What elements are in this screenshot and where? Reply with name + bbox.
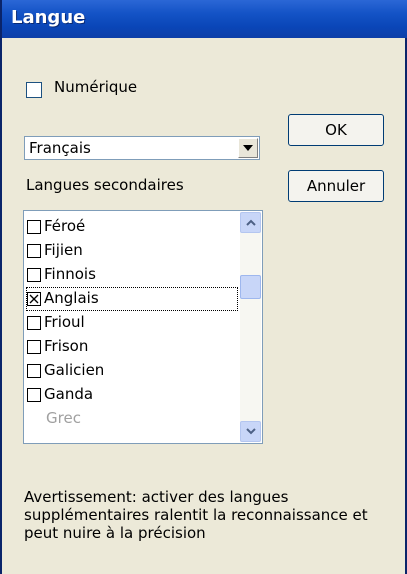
list-item[interactable]: Galicien (26, 359, 238, 383)
list-item-checkbox[interactable] (27, 244, 41, 258)
list-item-checkbox[interactable] (27, 364, 41, 378)
list-item-label: Fijien (44, 241, 83, 259)
list-item: Grec (26, 407, 238, 431)
scroll-down-button[interactable] (240, 421, 261, 442)
list-item-checkbox[interactable] (27, 268, 41, 282)
title-bar[interactable]: Langue (2, 0, 407, 38)
list-item-checkbox[interactable] (27, 340, 41, 354)
list-item-label: Frison (44, 337, 89, 355)
warning-line: Avertissement: activer des langues (24, 488, 289, 506)
list-item-checkbox[interactable] (27, 316, 41, 330)
cancel-button[interactable]: Annuler (288, 170, 384, 202)
combobox-dropdown-button[interactable] (238, 138, 258, 158)
warning-text: Avertissement: activer des langues suppl… (24, 488, 384, 542)
chevron-down-icon (246, 428, 256, 435)
list-item-label: Galicien (44, 361, 105, 379)
check-x-icon (29, 294, 39, 304)
chevron-up-icon (246, 219, 256, 226)
list-item[interactable]: Finnois (26, 263, 238, 287)
list-item-label: Féroé (44, 217, 86, 235)
list-item-label: Ganda (44, 385, 94, 403)
list-scrollbar[interactable] (240, 212, 261, 442)
list-item-label: Finnois (44, 265, 96, 283)
list-item-checkbox[interactable] (27, 220, 41, 234)
warning-line: peut nuire à la précision (24, 524, 206, 542)
secondary-languages-list[interactable]: Féroé Fijien Finnois Anglais Frioul Frison Gal… (23, 210, 263, 444)
secondary-languages-label: Langues secondaires (26, 176, 184, 194)
warning-line: supplémentaires ralentit la reconnaissan… (24, 506, 368, 524)
list-item-label: Grec (46, 409, 81, 427)
dropdown-arrow-icon (243, 145, 253, 151)
list-item-label: Anglais (44, 289, 99, 307)
list-item-label: Frioul (44, 313, 85, 331)
language-combobox-value: Français (29, 139, 91, 157)
list-item[interactable]: Anglais (26, 287, 238, 311)
list-item-checkbox[interactable] (27, 292, 41, 306)
list-item[interactable]: Fijien (26, 239, 238, 263)
language-combobox[interactable]: Français (24, 136, 260, 160)
list-item[interactable]: Frison (26, 335, 238, 359)
list-item[interactable]: Féroé (26, 215, 238, 239)
numeric-checkbox[interactable] (26, 82, 42, 98)
scroll-thumb[interactable] (240, 275, 261, 299)
scroll-up-button[interactable] (240, 212, 261, 233)
window-title: Langue (11, 7, 86, 28)
ok-button[interactable]: OK (288, 114, 384, 146)
numeric-label[interactable]: Numérique (54, 78, 137, 96)
list-item[interactable]: Frioul (26, 311, 238, 335)
list-item-checkbox[interactable] (27, 388, 41, 402)
list-item[interactable]: Ganda (26, 383, 238, 407)
language-dialog: Langue Numérique Français OK Annuler Lan… (0, 0, 407, 574)
